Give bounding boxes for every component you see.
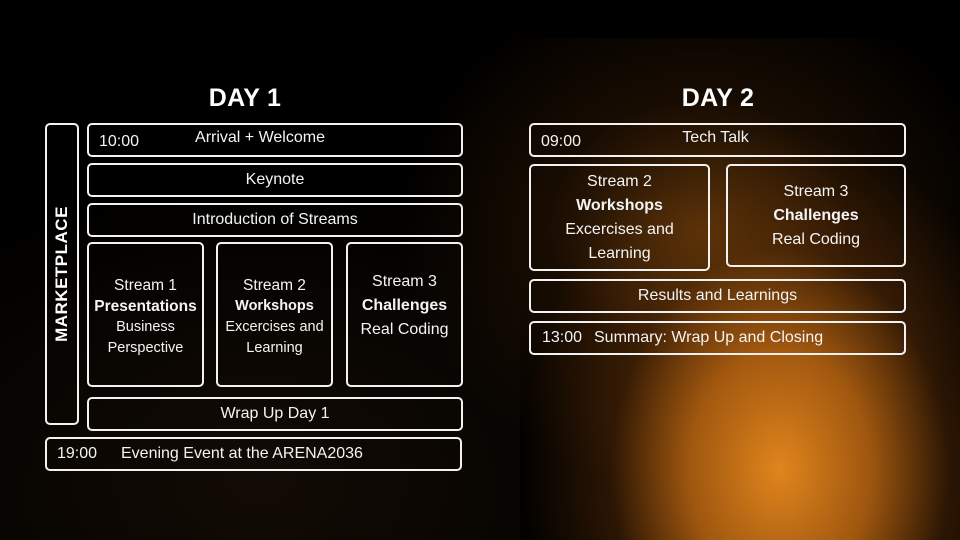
stream-name: Stream 3	[783, 182, 849, 200]
day2-results-label: Results and Learnings	[637, 287, 798, 304]
day1-stream-1: Stream 1 Presentations Business Perspect…	[87, 242, 204, 387]
stream-desc-line1: Real Coding	[771, 230, 861, 248]
stream-desc-line2: Learning	[246, 339, 303, 356]
day1-keynote-slot: Keynote	[87, 163, 463, 197]
day2-techtalk-label: Tech Talk	[682, 129, 749, 146]
day1-stream-2: Stream 2 Workshops Excercises and Learni…	[216, 242, 333, 387]
day1-evening-time: 19:00	[57, 445, 98, 462]
marketplace-column: MARKETPLACE	[45, 123, 79, 425]
stream-desc-line1: Excercises and	[225, 318, 324, 335]
day1-wrapup-label: Wrap Up Day 1	[220, 405, 330, 422]
day1-wrapup-slot: Wrap Up Day 1	[87, 397, 463, 431]
day1-introduction-slot: Introduction of Streams	[87, 203, 463, 237]
day1-arrival-time: 10:00	[99, 133, 140, 150]
stream-desc-line1: Excercises and	[565, 220, 674, 238]
day1-keynote-label: Keynote	[245, 171, 305, 188]
day2-techtalk-slot: 09:00 Tech Talk	[529, 123, 906, 157]
day2-results-slot: Results and Learnings	[529, 279, 906, 313]
stream-desc-line2: Learning	[588, 244, 651, 262]
day1-evening-label: Evening Event at the ARENA2036	[121, 445, 363, 462]
stream-type: Workshops	[235, 297, 314, 314]
stream-name: Stream 2	[243, 276, 306, 294]
stream-name: Stream 2	[587, 172, 652, 190]
background-top-band	[520, 0, 960, 38]
day1-evening-slot: 19:00 Evening Event at the ARENA2036	[45, 437, 462, 471]
stream-type: Challenges	[361, 297, 448, 314]
day2-stream-3: Stream 3 Challenges Real Coding	[726, 164, 906, 267]
day1-stream-3: Stream 3 Challenges Real Coding	[346, 242, 463, 387]
day1-arrival-label: Arrival + Welcome	[195, 129, 325, 146]
stream-desc-line1: Real Coding	[360, 321, 449, 338]
day2-summary-slot: 13:00 Summary: Wrap Up and Closing	[529, 321, 906, 355]
day2-summary-time: 13:00	[542, 329, 583, 346]
day1-title: DAY 1	[208, 84, 282, 112]
stream-name: Stream 1	[114, 276, 177, 294]
stream-desc-line1: Business	[116, 318, 175, 335]
day2-techtalk-time: 09:00	[541, 133, 582, 150]
stream-type: Presentations	[94, 297, 197, 315]
stream-type: Challenges	[773, 206, 859, 224]
day2-stream-2: Stream 2 Workshops Excercises and Learni…	[529, 164, 710, 271]
stream-name: Stream 3	[372, 273, 437, 290]
day1-arrival-slot: 10:00 Arrival + Welcome	[87, 123, 463, 157]
day1-introduction-label: Introduction of Streams	[192, 211, 358, 228]
stream-type: Workshops	[576, 196, 663, 214]
marketplace-label: MARKETPLACE	[52, 206, 71, 342]
stream-desc-line2: Perspective	[107, 339, 184, 356]
day2-title: DAY 2	[681, 84, 755, 112]
day2-summary-label: Summary: Wrap Up and Closing	[594, 329, 824, 346]
